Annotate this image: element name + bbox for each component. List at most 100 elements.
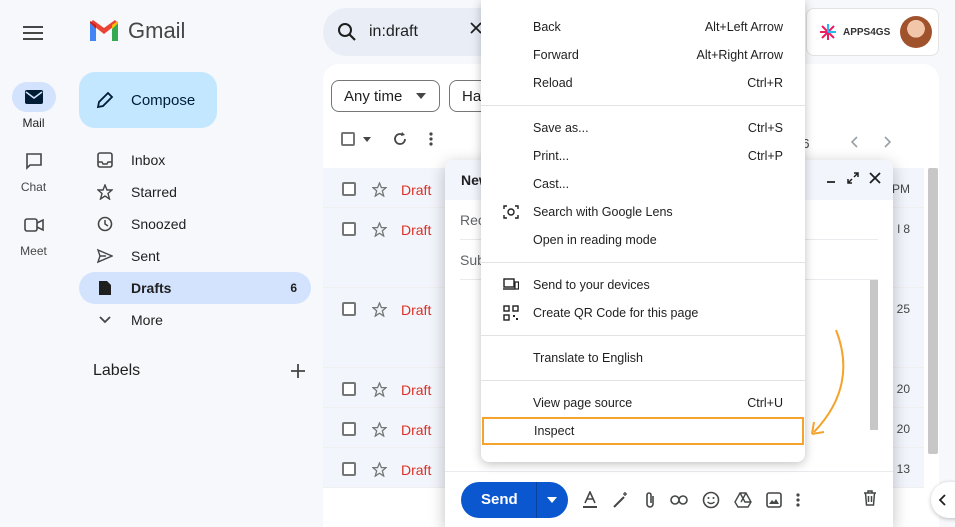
star-icon[interactable] [372, 422, 387, 437]
compose-body-scrollbar[interactable] [870, 280, 878, 430]
menu-item-qr-code[interactable]: Create QR Code for this page [481, 299, 805, 327]
star-icon[interactable] [372, 302, 387, 317]
rail-item-mail[interactable]: Mail [0, 82, 67, 130]
row-checkbox[interactable] [342, 422, 356, 436]
star-icon[interactable] [372, 382, 387, 397]
star-icon [95, 184, 115, 200]
menu-item-inspect[interactable]: Inspect [482, 417, 804, 445]
menu-item-shortcut: Alt+Left Arrow [704, 20, 783, 34]
browser-context-menu: Back Alt+Left Arrow Forward Alt+Right Arro… [481, 0, 805, 462]
avatar[interactable] [900, 16, 932, 48]
row-date: l 8 [897, 222, 910, 236]
devices-icon [503, 277, 519, 291]
main-menu-icon[interactable] [14, 14, 52, 52]
menu-item-back[interactable]: Back Alt+Left Arrow [481, 13, 805, 41]
sidebar-item-starred[interactable]: Starred [79, 176, 311, 208]
select-all-checkbox[interactable] [341, 132, 355, 146]
draft-label: Draft [401, 382, 432, 398]
draft-label: Draft [401, 182, 432, 198]
row-checkbox[interactable] [342, 222, 356, 236]
drive-icon[interactable] [733, 491, 752, 508]
menu-item-reload[interactable]: Reload Ctrl+R [481, 69, 805, 97]
chevron-left-icon[interactable] [851, 136, 858, 148]
rail-item-chat[interactable]: Chat [0, 146, 67, 194]
sidebar-item-label: Sent [131, 248, 160, 264]
row-checkbox[interactable] [342, 182, 356, 196]
menu-item-label: Save as... [533, 121, 589, 135]
send-button-group: Send [461, 481, 568, 518]
magic-pen-icon[interactable] [612, 491, 630, 509]
rail-item-label: Mail [22, 116, 45, 130]
dropdown-arrow-icon [416, 93, 427, 99]
menu-item-forward[interactable]: Forward Alt+Right Arrow [481, 41, 805, 69]
rail-item-label: Chat [20, 180, 47, 194]
trash-icon[interactable] [863, 490, 877, 506]
attach-icon[interactable] [644, 491, 656, 509]
emoji-icon[interactable] [702, 491, 720, 509]
sidebar-item-inbox[interactable]: Inbox [79, 144, 311, 176]
photo-icon[interactable] [765, 491, 782, 508]
row-checkbox[interactable] [342, 302, 356, 316]
minimize-icon[interactable] [825, 172, 837, 184]
sidebar-item-snoozed[interactable]: Snoozed [79, 208, 311, 240]
compose-button[interactable]: Compose [79, 72, 217, 128]
star-icon[interactable] [372, 182, 387, 197]
sidebar-item-label: Snoozed [131, 216, 187, 232]
menu-item-label: Inspect [534, 424, 575, 438]
inbox-icon [95, 152, 115, 168]
account-brand: APPS4GS [843, 26, 891, 38]
row-date: 20 [896, 422, 910, 436]
sidebar-item-label: Drafts [131, 280, 172, 296]
menu-item-google-lens[interactable]: Search with Google Lens [481, 198, 805, 226]
dropdown-arrow-icon[interactable] [363, 136, 371, 142]
star-icon[interactable] [372, 222, 387, 237]
menu-item-reading-mode[interactable]: Open in reading mode [481, 226, 805, 254]
menu-item-cast[interactable]: Cast... [481, 170, 805, 198]
close-icon[interactable] [869, 172, 881, 184]
more-vert-icon[interactable] [796, 492, 800, 507]
menu-item-shortcut: Ctrl+S [747, 121, 783, 135]
schedule-send-button[interactable] [535, 481, 568, 518]
pencil-icon [95, 90, 115, 110]
menu-item-print[interactable]: Print... Ctrl+P [481, 142, 805, 170]
more-vert-icon[interactable] [429, 132, 433, 146]
sidebar-item-drafts[interactable]: Drafts 6 [79, 272, 311, 304]
sidebar-item-sent[interactable]: Sent [79, 240, 311, 272]
add-label-icon[interactable] [291, 364, 305, 378]
account-chip[interactable]: APPS4GS [806, 8, 939, 56]
compose-format-icons [582, 490, 800, 509]
chevron-left-icon [939, 494, 946, 506]
list-scrollbar[interactable] [928, 168, 938, 454]
menu-item-label: Search with Google Lens [533, 205, 673, 219]
menu-item-send-to-devices[interactable]: Send to your devices [481, 271, 805, 299]
rail-item-meet[interactable]: Meet [0, 210, 67, 258]
send-icon [95, 248, 115, 264]
menu-item-view-source[interactable]: View page source Ctrl+U [481, 389, 805, 417]
chevron-right-icon[interactable] [884, 136, 891, 148]
send-button[interactable]: Send [461, 482, 536, 518]
refresh-icon[interactable] [393, 132, 407, 146]
app-name: Gmail [128, 18, 186, 43]
clock-icon [95, 216, 115, 232]
dropdown-arrow-icon [547, 496, 558, 503]
star-icon[interactable] [372, 462, 387, 477]
row-checkbox[interactable] [342, 462, 356, 476]
sidebar-item-more[interactable]: More [79, 304, 311, 336]
pagination-arrows [851, 136, 891, 148]
gmail-logo[interactable]: Gmail [88, 18, 185, 44]
chat-icon [25, 152, 43, 170]
search-icon[interactable] [337, 22, 357, 42]
filter-any-time[interactable]: Any time [331, 80, 440, 112]
left-rail: Mail Chat Meet [0, 0, 67, 527]
menu-item-save-as[interactable]: Save as... Ctrl+S [481, 114, 805, 142]
menu-divider [481, 262, 805, 263]
menu-item-translate[interactable]: Translate to English [481, 344, 805, 372]
menu-item-label: Forward [533, 48, 579, 62]
expand-icon[interactable] [847, 172, 859, 184]
link-icon[interactable] [669, 494, 688, 505]
row-checkbox[interactable] [342, 382, 356, 396]
filter-label: Ha [462, 87, 482, 105]
sidebar-item-label: Starred [131, 184, 177, 200]
search-input[interactable]: in:draft [369, 23, 418, 41]
text-format-icon[interactable] [582, 490, 598, 509]
